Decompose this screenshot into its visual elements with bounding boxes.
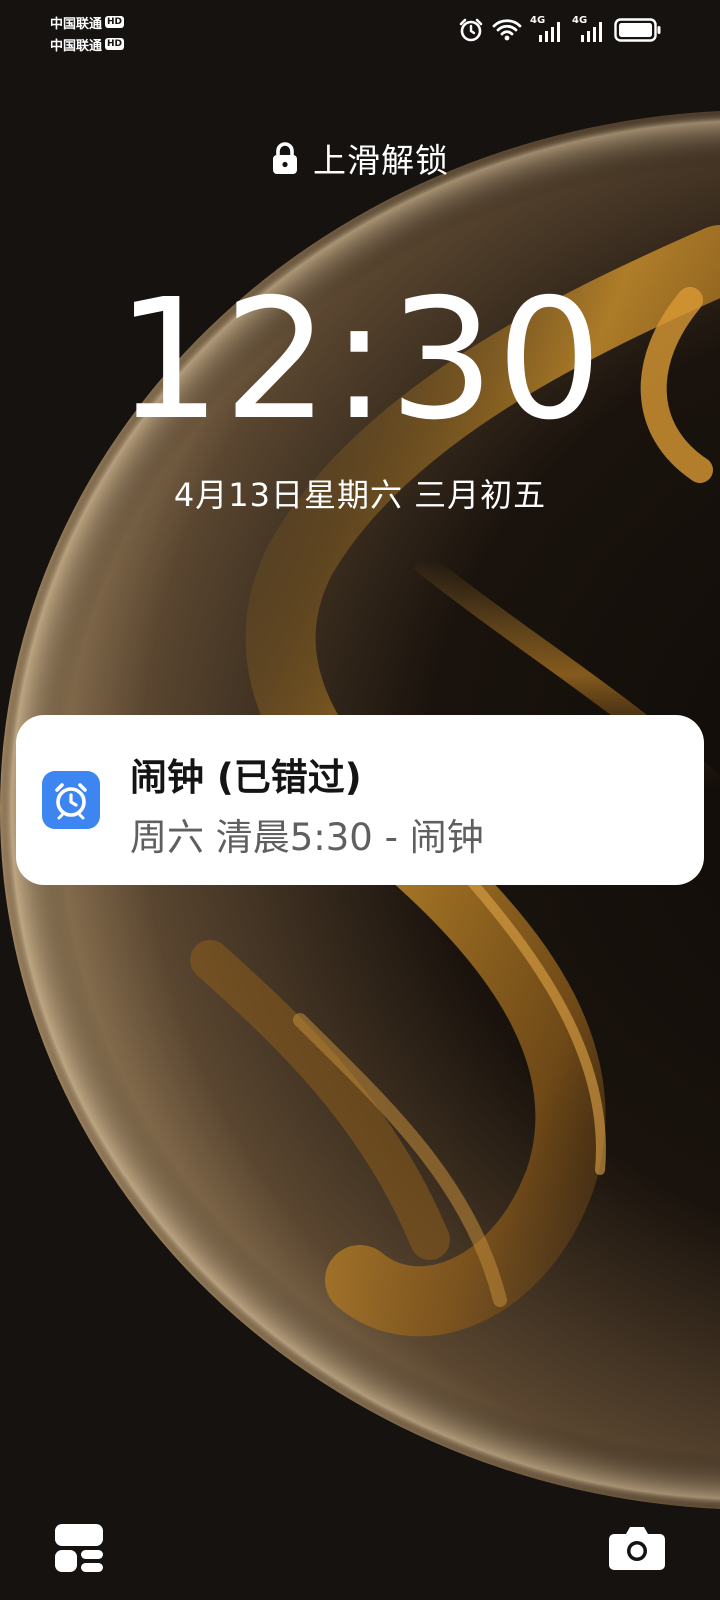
lockscreen-date: 4月13日星期六 三月初五 [173,476,547,514]
widgets-icon [55,1524,103,1572]
hd-badge: HD [105,38,125,50]
alarm-notification[interactable]: 闹钟 (已错过) 周六 清晨5:30 - 闹钟 [16,715,704,885]
carrier-name: 中国联通 [50,38,103,54]
lockscreen-clock: 12:30 [115,264,605,457]
hd-badge: HD [105,16,125,28]
camera-shortcut[interactable] [608,1522,666,1572]
notification-body: 周六 清晨5:30 - 闹钟 [130,816,484,859]
status-icons: 4G 4G [458,15,662,43]
carrier-name: 中国联通 [50,16,103,32]
widgets-shortcut[interactable] [53,1522,105,1574]
alarm-clock-icon [42,771,100,829]
carrier-info: 中国联通 HD 中国联通 HD [50,11,125,55]
wifi-icon [492,19,522,41]
camera-icon [609,1527,665,1570]
unlock-hint-text: 上滑解锁 [313,141,449,180]
alarm-icon [459,18,483,42]
swipe-unlock-hint[interactable]: 上滑解锁 [0,134,720,182]
battery-icon [614,18,661,42]
carrier-row-1: 中国联通 HD [50,11,125,33]
signal-4g-icon: 4G [572,15,606,43]
carrier-row-2: 中国联通 HD [50,33,125,55]
lock-icon [273,142,297,174]
signal-4g-icon: 4G [530,15,564,43]
notification-title: 闹钟 (已错过) [130,756,362,799]
